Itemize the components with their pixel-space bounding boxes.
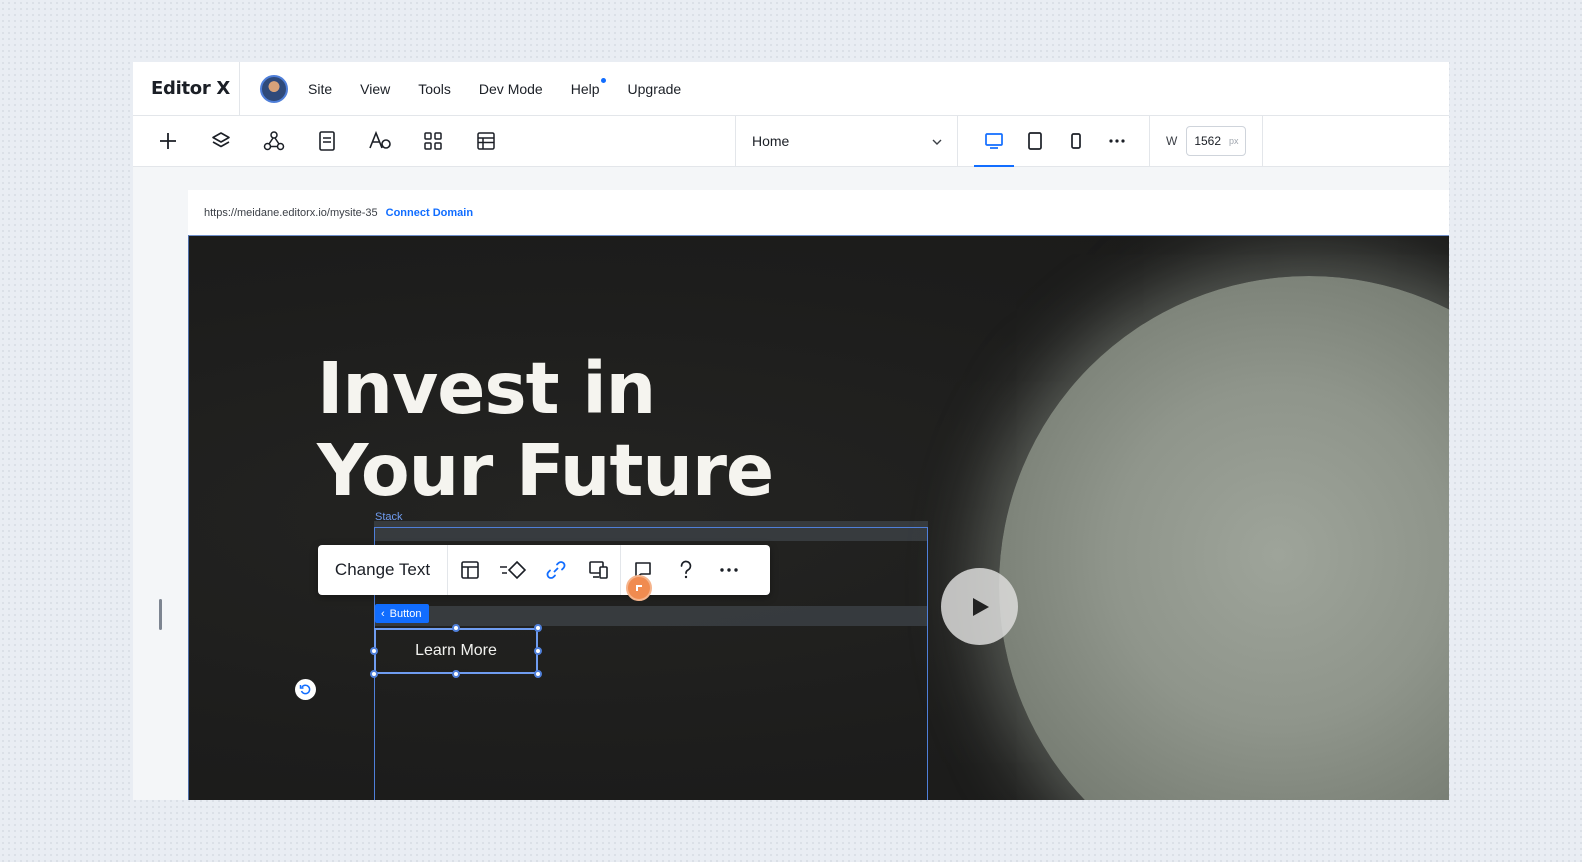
chevron-down-icon [931,133,943,149]
resize-handle-bottom-left[interactable] [370,670,378,678]
mobile-icon[interactable] [1056,116,1096,167]
more-options-icon[interactable] [707,545,750,595]
rotate-icon [299,684,311,695]
button-breadcrumb-tag[interactable]: ‹ Button [375,604,430,623]
help-icon[interactable] [664,545,707,595]
page-selector[interactable]: Home [735,115,958,167]
connect-domain-link[interactable]: Connect Domain [386,207,473,219]
width-value: 1562 [1194,134,1222,148]
connections-icon[interactable] [261,128,287,154]
apps-grid-icon[interactable] [420,128,446,154]
pages-icon[interactable] [314,128,340,154]
main-menu: Site View Tools Dev Mode Help Upgrade [308,77,709,97]
breakpoint-switcher [958,115,1150,167]
desktop-icon[interactable] [974,116,1014,167]
avatar[interactable] [260,74,288,103]
resize-handle-right[interactable] [534,647,542,655]
responsive-icon[interactable] [577,545,620,595]
editor-window: Editor X Site View Tools Dev Mode Help U… [133,62,1449,800]
menu-help[interactable]: Help [570,77,606,97]
resize-handle-left[interactable] [370,647,378,655]
menu-dev-mode[interactable]: Dev Mode [479,81,543,97]
menu-site[interactable]: Site [308,81,332,97]
heading-line-2: Your Future [317,429,774,512]
layout-icon[interactable] [448,545,491,595]
add-icon[interactable] [155,128,181,154]
editor-toolbar: Home W 1562 px [133,115,1449,167]
menu-help-label: Help [570,80,600,97]
hero-section[interactable]: Invest in Your Future Stack ‹ Button Lea… [188,235,1449,800]
resize-handle-bottom[interactable] [452,670,460,678]
app-logo: Editor X [133,62,240,116]
play-button[interactable] [941,568,1018,645]
hero-heading[interactable]: Invest in Your Future [317,347,774,512]
cursor-indicator [626,575,652,601]
width-label: W [1166,134,1178,148]
menu-view[interactable]: View [360,81,390,97]
table-icon[interactable] [473,128,499,154]
element-action-bar: Change Text [318,545,770,595]
animation-icon[interactable] [491,545,534,595]
rotate-handle[interactable] [295,679,316,700]
tool-icons [133,116,735,167]
stack-label: Stack [375,511,403,523]
width-input[interactable]: 1562 px [1186,126,1247,156]
site-url-bar: https://meidane.editorx.io/mysite-35 Con… [188,190,1449,235]
left-panel-handle[interactable] [159,599,162,630]
menu-tools[interactable]: Tools [418,81,451,97]
site-url: https://meidane.editorx.io/mysite-35 [204,206,378,219]
resize-handle-bottom-right[interactable] [534,670,542,678]
play-icon [972,597,989,616]
page-selector-value: Home [752,133,790,149]
more-icon[interactable] [1097,116,1137,167]
change-text-button[interactable]: Change Text [318,545,448,595]
moon-image [999,276,1449,800]
typography-icon[interactable] [367,128,393,154]
button-tag-label: Button [389,607,422,620]
width-unit: px [1229,136,1239,146]
width-control: W 1562 px [1150,115,1263,167]
top-menu-bar: Editor X Site View Tools Dev Mode Help U… [133,62,1449,116]
layers-icon[interactable] [208,128,234,154]
chevron-left-icon: ‹ [381,607,385,620]
resize-handle-top[interactable] [452,624,460,632]
learn-more-button[interactable]: Learn More [374,628,538,674]
heading-line-1: Invest in [317,347,656,430]
notification-dot [600,77,606,83]
tablet-icon[interactable] [1015,116,1055,167]
resize-handle-top-right[interactable] [534,624,542,632]
link-icon[interactable] [534,545,577,595]
menu-upgrade[interactable]: Upgrade [628,81,682,97]
